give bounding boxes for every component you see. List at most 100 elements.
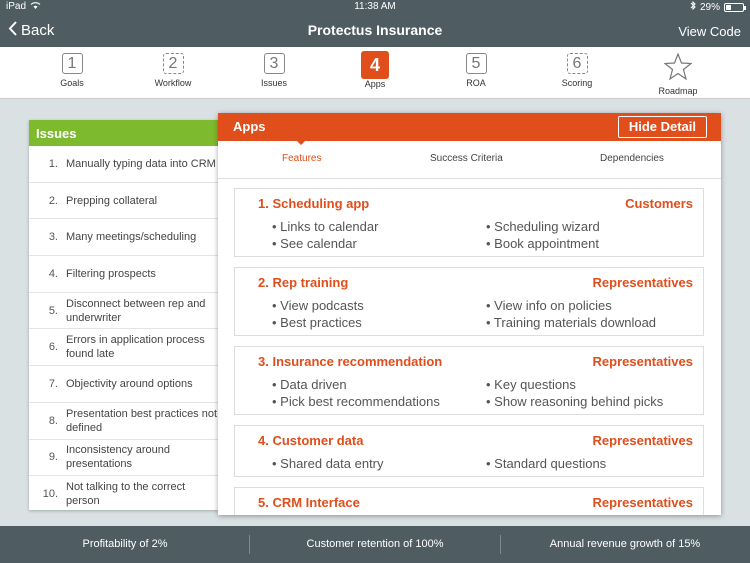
issue-item[interactable]: 8. Presentation best practices not define… (29, 403, 218, 440)
nav-bar: Back Protectus Insurance View Code (0, 14, 750, 47)
app-name: 2. Rep training (258, 275, 349, 290)
battery-icon (724, 2, 746, 12)
app-name: 1. Scheduling app (258, 196, 370, 211)
bluetooth-icon (690, 0, 696, 13)
feature-item: • Data driven (272, 377, 347, 392)
issues-header: Issues (29, 120, 218, 146)
tab-success-criteria[interactable]: Success Criteria (430, 153, 503, 164)
app-card[interactable]: 1. Scheduling app Customers • Links to c… (234, 188, 704, 257)
step-label: Issues (260, 78, 287, 88)
step-label: Apps (364, 79, 386, 89)
goals-footer: Profitability of 2% Customer retention o… (0, 526, 750, 563)
feature-column: • Key questions • Show reasoning behind … (486, 376, 663, 410)
feature-item: • Training materials download (486, 315, 657, 330)
issue-number: 4. (48, 267, 58, 280)
issue-text: Disconnect between rep and underwriter (66, 297, 206, 324)
battery-percent: 29% (699, 1, 720, 13)
step-apps[interactable]: 4 Apps (335, 51, 415, 89)
issue-text: Objectivity around options (66, 377, 193, 390)
issue-text: Errors in application process found late (66, 334, 205, 361)
issue-item[interactable]: 9. Inconsistency around presentations (29, 440, 218, 477)
issue-text: Filtering prospects (66, 267, 156, 280)
step-label: Goals (60, 78, 84, 88)
feature-column: • View podcasts • Best practices (272, 297, 364, 331)
step-number: 2 (162, 53, 184, 74)
app-audience: Representatives (592, 495, 693, 510)
issue-number: 9. (48, 451, 58, 464)
app-audience: Representatives (592, 433, 693, 448)
step-roa[interactable]: 5 ROA (436, 53, 516, 88)
feature-item: • Pick best recommendations (272, 394, 440, 409)
feature-item: • Shared data entry (272, 456, 384, 471)
issue-item[interactable]: 5. Disconnect between rep and underwriter (29, 293, 218, 330)
feature-item: • Show reasoning behind picks (486, 394, 664, 409)
issue-number: 6. (48, 341, 58, 354)
step-label: Workflow (154, 78, 192, 88)
feature-item: • Key questions (486, 377, 576, 392)
issue-item[interactable]: 1. Manually typing data into CRM (29, 146, 218, 183)
step-label: ROA (466, 78, 486, 88)
app-audience: Representatives (592, 275, 693, 290)
step-number: 6 (566, 53, 588, 74)
app-card-list: 1. Scheduling app Customers • Links to c… (234, 188, 704, 515)
apps-header: Apps Hide Detail (218, 113, 721, 141)
app-card[interactable]: 2. Rep training Representatives • View p… (234, 267, 704, 336)
apps-title: Apps (233, 119, 266, 134)
step-number: 3 (263, 53, 285, 74)
issue-item[interactable]: 4. Filtering prospects (29, 256, 218, 293)
issue-item[interactable]: 10. Not talking to the correct person (29, 476, 218, 510)
app-name: 5. CRM Interface (258, 495, 360, 510)
hide-detail-button[interactable]: Hide Detail (617, 116, 707, 138)
tab-dependencies[interactable]: Dependencies (600, 153, 664, 164)
step-label: Scoring (561, 78, 593, 88)
view-code-button[interactable]: View Code (678, 24, 741, 39)
issue-text: Not talking to the correct person (66, 481, 186, 508)
page-title: Protectus Insurance (307, 22, 443, 38)
issue-number: 3. (48, 231, 58, 244)
issue-item[interactable]: 3. Many meetings/scheduling (29, 219, 218, 257)
step-number: 5 (465, 53, 487, 74)
status-bar: iPad 11:38 AM 29% (0, 0, 750, 14)
app-card[interactable]: 3. Insurance recommendation Representati… (234, 346, 704, 415)
issue-item[interactable]: 2. Prepping collateral (29, 183, 218, 220)
issue-item[interactable]: 6. Errors in application process found la… (29, 329, 218, 367)
app-name: 3. Insurance recommendation (258, 354, 443, 369)
star-icon (663, 52, 693, 81)
issue-text: Presentation best practices not defined (66, 407, 218, 434)
step-issues[interactable]: 3 Issues (234, 53, 314, 88)
feature-column: • View info on policies • Training mater… (486, 297, 656, 331)
app-card[interactable]: 4. Customer data Representatives • Share… (234, 425, 704, 477)
goal-revenue-growth: Annual revenue growth of 15% (549, 538, 701, 550)
issues-panel: Issues 1. Manually typing data into CRM 2… (29, 120, 218, 510)
status-time: 11:38 AM (354, 1, 396, 12)
issue-item[interactable]: 7. Objectivity around options (29, 366, 218, 403)
issue-number: 7. (48, 377, 58, 390)
feature-column: • Data driven • Pick best recommendation… (272, 376, 440, 410)
app-audience: Representatives (592, 354, 693, 369)
step-roadmap[interactable]: Roadmap (638, 52, 718, 96)
issue-number: 5. (48, 304, 58, 317)
step-goals[interactable]: 1 Goals (32, 53, 112, 88)
app-card[interactable]: 5. CRM Interface Representatives (234, 487, 704, 515)
issue-number: 8. (48, 414, 58, 427)
issue-text: Inconsistency around presentations (66, 444, 170, 471)
tab-features[interactable]: Features (282, 153, 321, 164)
feature-item: • See calendar (272, 236, 357, 251)
feature-item: • Book appointment (486, 236, 599, 251)
issue-number: 1. (48, 157, 58, 170)
feature-item: • Best practices (272, 315, 362, 330)
issue-text: Manually typing data into CRM (66, 157, 216, 170)
step-number: 1 (61, 53, 83, 74)
apps-tabs: Features Success Criteria Dependencies (218, 141, 721, 179)
issue-number: 2. (48, 194, 58, 207)
feature-item: • View info on policies (486, 298, 612, 313)
feature-item: • Scheduling wizard (486, 219, 600, 234)
step-label: Roadmap (658, 86, 698, 96)
feature-column: • Scheduling wizard • Book appointment (486, 218, 600, 252)
app-name: 4. Customer data (258, 433, 364, 448)
issue-text: Many meetings/scheduling (66, 231, 197, 244)
step-scoring[interactable]: 6 Scoring (537, 53, 617, 88)
step-workflow[interactable]: 2 Workflow (133, 53, 213, 88)
app-audience: Customers (625, 196, 693, 211)
issue-number: 10. (42, 488, 58, 501)
